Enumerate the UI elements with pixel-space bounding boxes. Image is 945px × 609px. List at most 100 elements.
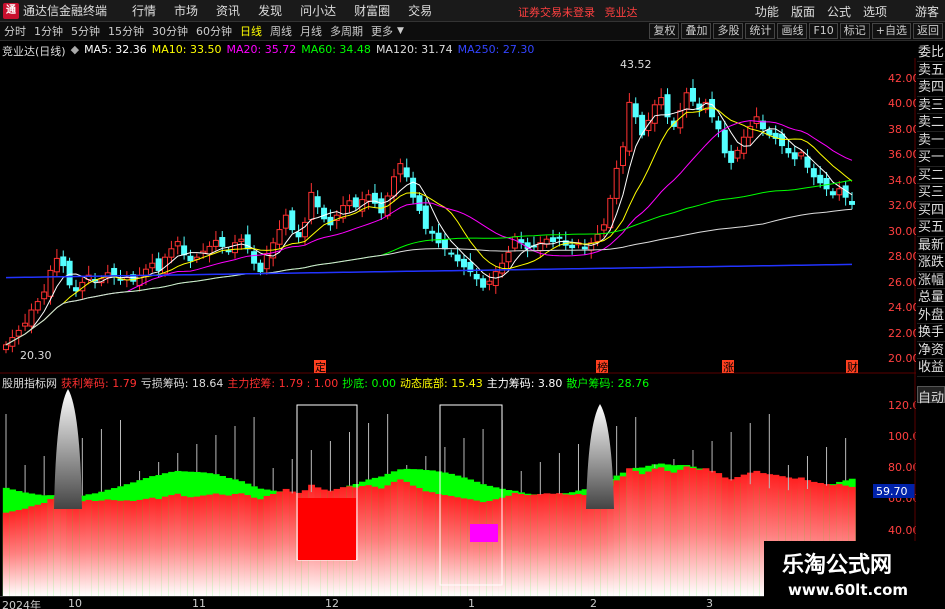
candle-body[interactable] xyxy=(849,201,855,205)
candle-body[interactable] xyxy=(72,287,79,292)
candle-body[interactable] xyxy=(798,152,805,157)
menu-discover[interactable]: 发现 xyxy=(258,2,282,19)
candle-body[interactable] xyxy=(397,163,404,175)
candle-body[interactable] xyxy=(212,239,219,247)
candle-body[interactable] xyxy=(47,269,54,297)
side-item-bid-ratio[interactable]: 委比 xyxy=(917,44,945,62)
side-item-last[interactable]: 最新 xyxy=(917,237,945,254)
candle-body[interactable] xyxy=(817,174,824,184)
candle-body[interactable] xyxy=(581,246,588,250)
menu-trade[interactable]: 交易 xyxy=(408,2,432,19)
back-button[interactable]: 返回 xyxy=(913,23,943,39)
side-item-ask1[interactable]: 卖一 xyxy=(917,132,945,149)
candle-body[interactable] xyxy=(600,224,607,231)
side-item-ask5[interactable]: 卖五 xyxy=(917,62,945,79)
candle-body[interactable] xyxy=(28,309,35,327)
candle-body[interactable] xyxy=(435,232,442,244)
candle-body[interactable] xyxy=(651,104,658,124)
candle-body[interactable] xyxy=(626,101,633,152)
candle-body[interactable] xyxy=(715,120,722,130)
draw-line-button[interactable]: 画线 xyxy=(777,23,808,39)
candle-body[interactable] xyxy=(791,152,798,160)
candle-body[interactable] xyxy=(410,177,417,198)
candle-body[interactable] xyxy=(391,176,398,197)
period-15min[interactable]: 15分钟 xyxy=(108,23,144,39)
candle-body[interactable] xyxy=(810,168,817,178)
menu-options[interactable]: 选项 xyxy=(863,3,887,20)
overlay-button[interactable]: 叠加 xyxy=(681,23,712,39)
event-marker[interactable]: 涨 xyxy=(723,361,734,374)
side-item-bid2[interactable]: 买二 xyxy=(917,167,945,184)
candle-body[interactable] xyxy=(257,262,264,273)
candle-body[interactable] xyxy=(276,229,283,245)
candle-body[interactable] xyxy=(804,156,811,168)
candle-body[interactable] xyxy=(34,301,41,311)
candle-body[interactable] xyxy=(473,273,480,280)
candle-body[interactable] xyxy=(41,291,48,300)
candle-body[interactable] xyxy=(429,230,436,234)
menu-market[interactable]: 市场 xyxy=(174,2,198,19)
candle-body[interactable] xyxy=(53,257,60,273)
guest-user[interactable]: 游客 xyxy=(915,3,939,20)
candle-body[interactable] xyxy=(289,210,296,231)
candlestick-chart[interactable]: 42.00 40.00 38.00 36.00 34.00 32.00 30.0… xyxy=(0,58,916,374)
candle-body[interactable] xyxy=(607,197,614,229)
event-marker[interactable]: 榜 xyxy=(597,360,608,374)
side-item-bid1[interactable]: 买一 xyxy=(917,149,945,167)
event-marker[interactable]: 财 xyxy=(847,360,858,374)
period-daily[interactable]: 日线 xyxy=(240,23,262,39)
candle-body[interactable] xyxy=(664,94,671,118)
restore-rights-button[interactable]: 复权 xyxy=(649,23,680,39)
candle-body[interactable] xyxy=(149,262,156,269)
candle-body[interactable] xyxy=(314,196,321,208)
period-60min[interactable]: 60分钟 xyxy=(196,23,232,39)
candle-body[interactable] xyxy=(66,260,73,286)
candle-body[interactable] xyxy=(251,251,258,264)
statistics-button[interactable]: 统计 xyxy=(745,23,776,39)
candle-body[interactable] xyxy=(225,250,232,253)
candle-body[interactable] xyxy=(460,258,467,268)
candle-body[interactable] xyxy=(454,254,461,262)
candle-body[interactable] xyxy=(231,242,238,254)
candle-body[interactable] xyxy=(15,329,22,337)
candle-body[interactable] xyxy=(721,129,728,154)
side-item-ask4[interactable]: 卖四 xyxy=(917,79,945,97)
candle-body[interactable] xyxy=(155,258,162,271)
candle-body[interactable] xyxy=(22,322,29,327)
candle-body[interactable] xyxy=(734,149,741,159)
period-more[interactable]: 更多 xyxy=(371,23,393,39)
candle-body[interactable] xyxy=(346,200,353,207)
candle-body[interactable] xyxy=(187,255,194,262)
menu-formula[interactable]: 公式 xyxy=(827,3,851,20)
period-weekly[interactable]: 周线 xyxy=(270,23,292,39)
candle-body[interactable] xyxy=(3,344,9,351)
period-1min[interactable]: 1分钟 xyxy=(34,23,63,39)
candle-body[interactable] xyxy=(632,103,639,118)
period-30min[interactable]: 30分钟 xyxy=(152,23,188,39)
candle-body[interactable] xyxy=(594,233,601,242)
menu-news[interactable]: 资讯 xyxy=(216,2,240,19)
period-timeshare[interactable]: 分时 xyxy=(4,23,26,39)
candle-body[interactable] xyxy=(486,280,493,285)
menu-ask[interactable]: 问小达 xyxy=(300,2,336,19)
side-item-outer[interactable]: 外盘 xyxy=(917,307,945,324)
menu-quotes[interactable]: 行情 xyxy=(132,2,156,19)
candle-body[interactable] xyxy=(181,245,188,256)
candle-body[interactable] xyxy=(505,251,512,263)
candle-body[interactable] xyxy=(683,92,690,110)
multi-stock-button[interactable]: 多股 xyxy=(713,23,744,39)
side-item-bid5[interactable]: 买五 xyxy=(917,219,945,237)
candle-body[interactable] xyxy=(136,274,143,287)
auto-button[interactable]: 自动 xyxy=(917,386,945,406)
menu-layout[interactable]: 版面 xyxy=(791,3,815,20)
candle-body[interactable] xyxy=(422,205,429,229)
candle-body[interactable] xyxy=(282,214,289,229)
period-5min[interactable]: 5分钟 xyxy=(71,23,100,39)
candle-body[interactable] xyxy=(550,237,557,243)
candle-body[interactable] xyxy=(60,256,67,267)
add-watchlist-button[interactable]: +自选 xyxy=(871,23,911,39)
side-item-change[interactable]: 涨跌 xyxy=(917,254,945,272)
candle-body[interactable] xyxy=(689,87,696,102)
candle-body[interactable] xyxy=(823,177,830,190)
chevron-down-icon[interactable]: ▼ xyxy=(397,26,404,36)
